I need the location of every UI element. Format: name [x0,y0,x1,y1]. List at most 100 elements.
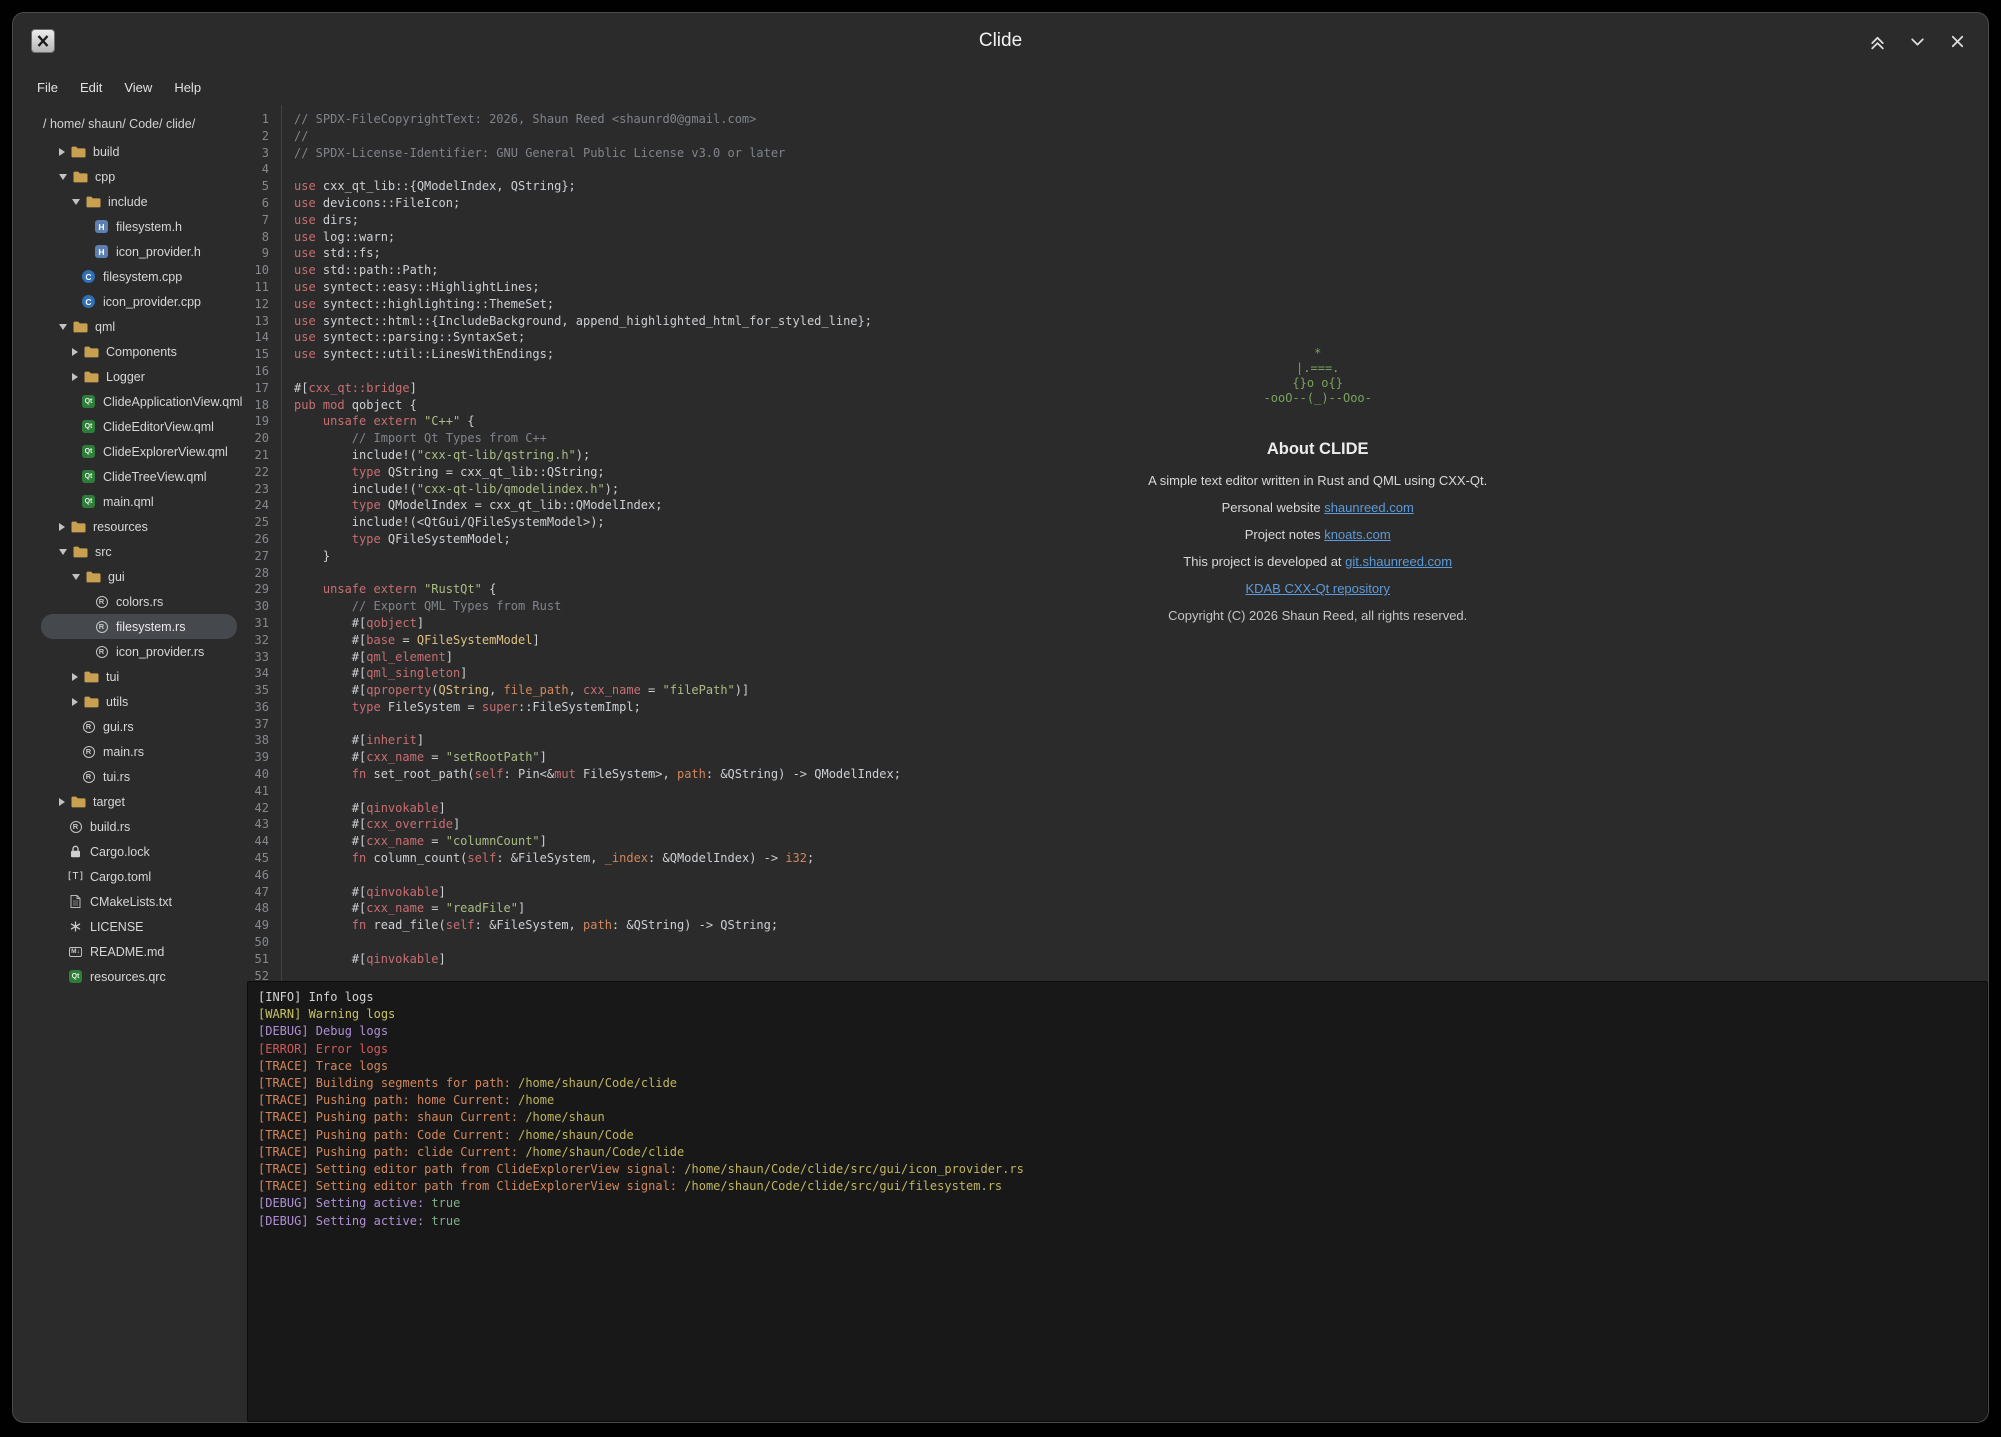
tree-item-cargo-toml[interactable]: [T]Cargo.toml [41,864,237,889]
cpp-icon: C [80,269,97,285]
close-button[interactable] [1944,28,1970,54]
tree-item-resources[interactable]: resources [41,514,237,539]
tree-item-gui-rs[interactable]: Rgui.rs [41,714,237,739]
code-line-text: #[qinvokable] [281,951,446,968]
chevron-right-icon[interactable] [72,673,78,681]
code-editor[interactable]: 1// SPDX-FileCopyrightText: 2026, Shaun … [247,105,1988,981]
tree-item-readme-md[interactable]: M↓README.md [41,939,237,964]
line-number: 48 [247,900,281,917]
tree-item-label: README.md [90,945,164,959]
line-number: 17 [247,380,281,397]
code-line-text: include!("cxx-qt-lib/qstring.h"); [281,447,590,464]
chevron-down-icon[interactable] [72,199,80,205]
link-knoats-com[interactable]: knoats.com [1324,527,1390,542]
tree-item-qml[interactable]: qml [41,314,237,339]
tree-item-clideexplorerview-qml[interactable]: QtClideExplorerView.qml [41,439,237,464]
chevron-right-icon[interactable] [59,523,65,531]
breadcrumb[interactable]: / home/ shaun/ Code/ clide/ [13,113,247,139]
tree-item-colors-rs[interactable]: Rcolors.rs [41,589,237,614]
chevron-right-icon[interactable] [72,698,78,706]
tree-item-label: ClideTreeView.qml [103,470,207,484]
code-line: 37 [247,716,1988,733]
tree-item-icon-provider-cpp[interactable]: Cicon_provider.cpp [41,289,237,314]
line-number: 15 [247,346,281,363]
code-line-text [281,968,294,981]
tree-item-label: main.rs [103,745,144,759]
line-number: 3 [247,145,281,162]
tree-item-build[interactable]: build [41,139,237,164]
chevron-down-icon[interactable] [59,324,67,330]
code-line: 12use syntect::highlighting::ThemeSet; [247,296,1988,313]
about-lines: A simple text editor written in Rust and… [998,473,1638,623]
menu-view[interactable]: View [114,76,162,99]
tree-item-components[interactable]: Components [41,339,237,364]
code-line: 2// [247,128,1988,145]
tree-item-label: tui [106,670,119,684]
tree-item-clidetreeview-qml[interactable]: QtClideTreeView.qml [41,464,237,489]
tree-item-cmakelists-txt[interactable]: CMakeLists.txt [41,889,237,914]
line-number: 8 [247,229,281,246]
menu-edit[interactable]: Edit [70,76,112,99]
maximize-button[interactable] [1864,28,1890,54]
code-line: 44 #[cxx_name = "columnCount"] [247,833,1988,850]
tree-item-gui[interactable]: gui [41,564,237,589]
qt-icon: Qt [80,494,97,510]
tree-item-filesystem-cpp[interactable]: Cfilesystem.cpp [41,264,237,289]
tree-item-include[interactable]: include [41,189,237,214]
line-number: 16 [247,363,281,380]
about-text: Project notes [1245,527,1325,542]
title-bar[interactable]: Clide [13,13,1988,69]
tree-item-label: filesystem.cpp [103,270,182,284]
link-git-shaunreed-com[interactable]: git.shaunreed.com [1345,554,1452,569]
tree-item-icon-provider-h[interactable]: Hicon_provider.h [41,239,237,264]
code-line-text: use syntect::easy::HighlightLines; [281,279,540,296]
code-line-text: type QFileSystemModel; [281,531,511,548]
tree-item-clideeditorview-qml[interactable]: QtClideEditorView.qml [41,414,237,439]
file-explorer-sidebar: / home/ shaun/ Code/ clide/ buildcppincl… [13,105,247,1422]
link-kdab-cxx-qt-repository[interactable]: KDAB CXX-Qt repository [1245,581,1390,596]
chevron-right-icon[interactable] [72,348,78,356]
line-number: 36 [247,699,281,716]
code-line-text: #[cxx_name = "columnCount"] [281,833,547,850]
chevron-right-icon[interactable] [59,148,65,156]
link-shaunreed-com[interactable]: shaunreed.com [1324,500,1414,515]
tree-item-main-rs[interactable]: Rmain.rs [41,739,237,764]
code-line-text: #[inherit] [281,732,424,749]
chevron-down-icon[interactable] [59,549,67,555]
log-line: [TRACE] Building segments for path: /hom… [258,1075,1977,1092]
tree-item-filesystem-rs[interactable]: Rfilesystem.rs [41,614,237,639]
minimize-button[interactable] [1904,28,1930,54]
tree-item-cpp[interactable]: cpp [41,164,237,189]
log-panel[interactable]: [INFO] Info logs[WARN] Warning logs[DEBU… [247,981,1988,1422]
chevron-down-icon[interactable] [59,174,67,180]
about-line: Personal website shaunreed.com [998,500,1638,515]
tree-item-logger[interactable]: Logger [41,364,237,389]
chevron-right-icon[interactable] [72,373,78,381]
tree-item-main-qml[interactable]: Qtmain.qml [41,489,237,514]
tree-item-icon-provider-rs[interactable]: Ricon_provider.rs [41,639,237,664]
tree-item-src[interactable]: src [41,539,237,564]
code-line: 41 [247,783,1988,800]
rust-icon: R [67,819,84,835]
tree-item-filesystem-h[interactable]: Hfilesystem.h [41,214,237,239]
tree-item-target[interactable]: target [41,789,237,814]
chevron-down-icon[interactable] [72,574,80,580]
code-line-text: use dirs; [281,212,359,229]
tree-item-clideapplicationview-qml[interactable]: QtClideApplicationView.qml [41,389,237,414]
tree-item-tui[interactable]: tui [41,664,237,689]
tree-item-tui-rs[interactable]: Rtui.rs [41,764,237,789]
toml-icon: [T] [67,869,84,885]
code-line: 49 fn read_file(self: &FileSystem, path:… [247,917,1988,934]
tree-item-label: qml [95,320,115,334]
tree-item-resources-qrc[interactable]: Qtresources.qrc [41,964,237,989]
tree-item-utils[interactable]: utils [41,689,237,714]
tree-item-license[interactable]: LICENSE [41,914,237,939]
tree-item-build-rs[interactable]: Rbuild.rs [41,814,237,839]
menu-file[interactable]: File [27,76,68,99]
chevron-right-icon[interactable] [59,798,65,806]
folder-icon [72,544,89,560]
menu-help[interactable]: Help [164,76,211,99]
about-panel: * |.===. {}o o{} -ooO--(_)--Ooo- About C… [998,346,1638,635]
tree-item-cargo-lock[interactable]: Cargo.lock [41,839,237,864]
log-line: [TRACE] Pushing path: shaun Current: /ho… [258,1109,1977,1126]
